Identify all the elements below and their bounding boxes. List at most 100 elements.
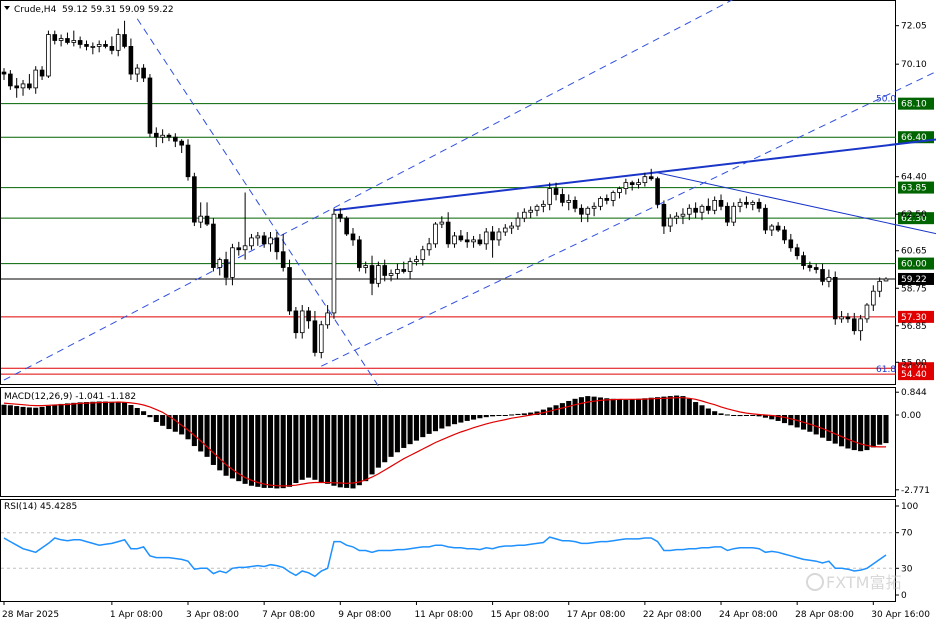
time-label-11: 30 Apr 16:00 bbox=[871, 610, 930, 620]
candle-body-85 bbox=[541, 203, 546, 207]
candle-body-29 bbox=[185, 144, 191, 178]
macd-bar-113 bbox=[718, 413, 724, 415]
candle-body-14 bbox=[90, 46, 96, 48]
rsi-indicator bbox=[1, 532, 896, 578]
candle-body-32 bbox=[204, 215, 210, 225]
macd-bar-91 bbox=[578, 397, 584, 415]
candle-body-97 bbox=[617, 188, 622, 193]
candle-body-112 bbox=[712, 199, 717, 211]
candle-body-107 bbox=[680, 213, 686, 217]
time-label-3: 7 Apr 08:00 bbox=[262, 610, 315, 620]
macd-bar-1 bbox=[7, 405, 13, 415]
candle-body-46 bbox=[293, 310, 299, 334]
macd-bar-123 bbox=[781, 415, 788, 424]
macd-bar-97 bbox=[616, 399, 623, 415]
candle-body-31 bbox=[198, 215, 204, 223]
trend-lines bbox=[3, 0, 936, 387]
candle-body-22 bbox=[141, 67, 146, 79]
macd-bar-57 bbox=[363, 415, 369, 482]
macd-bar-40 bbox=[255, 415, 261, 487]
candle-body-96 bbox=[610, 192, 616, 201]
candle-body-19 bbox=[122, 34, 127, 47]
macd-bar-18 bbox=[115, 401, 121, 415]
candle-body-62 bbox=[395, 269, 400, 274]
candle-body-16 bbox=[103, 44, 108, 47]
candle-body-125 bbox=[794, 247, 800, 257]
candle-body-99 bbox=[629, 182, 635, 186]
candle-body-73 bbox=[464, 239, 470, 243]
candle-body-75 bbox=[477, 239, 483, 245]
candle-body-26 bbox=[166, 134, 172, 138]
candle-body-55 bbox=[350, 233, 356, 241]
candle-body-98 bbox=[623, 182, 629, 189]
macd-bar-13 bbox=[83, 402, 90, 415]
price-tick-label-2: 64.40 bbox=[901, 173, 927, 183]
candle-body-30 bbox=[192, 176, 197, 223]
candle-body-49 bbox=[312, 320, 318, 353]
macd-bar-8 bbox=[52, 404, 58, 415]
candle-body-65 bbox=[414, 259, 419, 262]
candle-body-123 bbox=[782, 229, 787, 241]
macd-bar-134 bbox=[851, 415, 857, 451]
macd-bar-30 bbox=[191, 415, 197, 447]
time-label-1: 1 Apr 08:00 bbox=[110, 610, 163, 620]
macd-bar-92 bbox=[585, 396, 591, 415]
rsi-line bbox=[3, 536, 887, 578]
candle-body-86 bbox=[547, 188, 553, 205]
macd-bar-112 bbox=[712, 411, 718, 415]
macd-bar-20 bbox=[128, 405, 134, 415]
candle-body-69 bbox=[439, 221, 445, 225]
rsi-tick-label-2: 30 bbox=[901, 564, 913, 574]
fxtm-logo: FXTM富拓 bbox=[806, 573, 901, 592]
price-tick-label-5: 58.75 bbox=[901, 284, 927, 294]
macd-bar-53 bbox=[337, 415, 343, 488]
candle-body-27 bbox=[173, 136, 178, 142]
candle-body-90 bbox=[572, 199, 578, 209]
macd-bar-74 bbox=[471, 415, 477, 420]
macd-bar-106 bbox=[674, 395, 680, 415]
candle-body-1 bbox=[8, 73, 13, 87]
candle-body-60 bbox=[382, 265, 388, 276]
macd-bar-9 bbox=[58, 403, 64, 415]
candle-body-48 bbox=[306, 310, 311, 322]
symbol-dropdown-icon[interactable] bbox=[4, 6, 10, 10]
macd-bar-34 bbox=[217, 415, 223, 471]
trend-line-2 bbox=[3, 0, 734, 381]
candle-body-132 bbox=[839, 316, 844, 320]
macd-bar-4 bbox=[26, 407, 32, 415]
macd-bar-117 bbox=[743, 415, 749, 416]
macd-bar-78 bbox=[496, 415, 502, 416]
time-label-5: 11 Apr 08:00 bbox=[414, 610, 473, 620]
candle-body-53 bbox=[337, 213, 343, 219]
candle-body-64 bbox=[407, 261, 413, 272]
candle-body-34 bbox=[217, 259, 223, 268]
macd-bar-38 bbox=[242, 415, 248, 484]
candle-body-116 bbox=[737, 201, 743, 207]
macd-bar-80 bbox=[509, 414, 515, 416]
candle-body-102 bbox=[648, 176, 654, 180]
candle-body-117 bbox=[744, 201, 749, 205]
candle-body-51 bbox=[325, 312, 330, 326]
macd-bar-32 bbox=[204, 415, 210, 457]
candle-body-101 bbox=[642, 176, 648, 184]
candle-body-80 bbox=[509, 225, 514, 229]
candle-body-2 bbox=[14, 85, 19, 89]
candle-body-115 bbox=[731, 205, 737, 223]
candle-body-12 bbox=[77, 40, 83, 45]
candle-body-95 bbox=[604, 198, 610, 201]
macd-bar-65 bbox=[413, 415, 419, 441]
price-tick-label-7: 55.00 bbox=[901, 358, 927, 368]
svg-text:FXTM富拓: FXTM富拓 bbox=[826, 573, 901, 592]
candle-body-77 bbox=[490, 231, 495, 241]
macd-bar-76 bbox=[483, 415, 489, 418]
macd-bar-49 bbox=[312, 415, 318, 480]
candle-body-50 bbox=[318, 324, 324, 353]
time-label-9: 24 Apr 08:00 bbox=[719, 610, 778, 620]
candle-body-134 bbox=[851, 318, 857, 332]
macd-bar-16 bbox=[102, 401, 109, 415]
candle-body-18 bbox=[115, 34, 121, 51]
symbol-label: Crude,H4 bbox=[14, 5, 57, 15]
macd-bar-14 bbox=[90, 401, 96, 415]
trend-line-3 bbox=[321, 71, 936, 367]
candle-body-119 bbox=[756, 201, 762, 209]
